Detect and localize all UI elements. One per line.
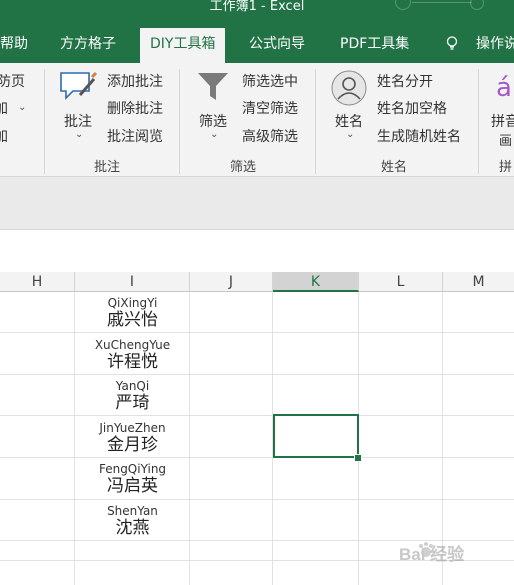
ribbon-panel: 防页 加 ⌄ 加 批注 ⌄ 添加批注 删除批注 批注阅览 批注 筛选 ⌄ 筛选选… (0, 63, 514, 177)
pinyin-text: XuChengYue (94, 338, 171, 352)
name-text: 许程悦 (107, 352, 158, 372)
pinyin-text: JinYueZhen (99, 421, 166, 435)
group-divider (179, 69, 180, 174)
filter-button[interactable]: 筛选 (199, 111, 227, 131)
delete-comment-button[interactable]: 删除批注 (107, 98, 163, 118)
watermark: Bai 经验 (395, 538, 507, 564)
filter-selected-button[interactable]: 筛选选中 (242, 71, 298, 91)
pinyin-text: YanQi (115, 379, 150, 393)
split-name-button[interactable]: 姓名分开 (377, 71, 433, 91)
group-label-name: 姓名 (381, 160, 408, 175)
column-header-l[interactable]: L (359, 272, 443, 292)
ribbon-partial-item[interactable]: 加 (0, 126, 8, 146)
lightbulb-icon[interactable] (445, 36, 459, 50)
tab-fangfang[interactable]: 方方格子 (60, 25, 116, 63)
group-label-comments: 批注 (94, 160, 121, 175)
add-comment-button[interactable]: 添加批注 (107, 71, 163, 91)
fill-handle[interactable] (354, 454, 362, 462)
pinyin-button[interactable]: 拼音 (491, 111, 514, 131)
pinyin-text: ShenYan (107, 504, 158, 518)
tab-help[interactable]: 帮助 (0, 25, 28, 63)
column-header-i[interactable]: I (75, 272, 190, 292)
name-text: 沈燕 (115, 518, 150, 538)
name-cell[interactable]: ShenYan 沈燕 (75, 504, 190, 538)
toolbar-area (0, 177, 514, 229)
name-text: 戚兴怡 (107, 310, 158, 330)
name-cell[interactable]: YanQi 严琦 (75, 379, 190, 413)
pinyin-icon: á (496, 73, 512, 103)
group-divider (315, 69, 316, 174)
name-add-space-button[interactable]: 姓名加空格 (377, 98, 447, 118)
grid-row-line (0, 332, 514, 333)
person-icon (331, 70, 367, 106)
column-header-h[interactable]: H (0, 272, 75, 292)
group-divider (44, 69, 45, 174)
clear-filter-button[interactable]: 清空筛选 (242, 98, 298, 118)
name-text: 严琦 (115, 393, 150, 413)
filter-icon (198, 73, 228, 100)
pinyin-button-line2: 画 (499, 134, 513, 149)
comment-icon (60, 71, 98, 100)
chevron-down-icon: ⌄ (210, 129, 219, 140)
chevron-down-icon: ⌄ (75, 129, 84, 140)
pinyin-text: FengQiYing (98, 462, 167, 476)
column-header-j[interactable]: J (190, 272, 273, 292)
group-label-pinyin: 拼 (499, 160, 513, 175)
random-name-button[interactable]: 生成随机姓名 (377, 126, 461, 146)
active-cell-selection[interactable] (273, 414, 359, 458)
chevron-down-icon: ⌄ (18, 102, 27, 113)
grid-row-line (0, 415, 514, 416)
grid-row-line (0, 457, 514, 458)
watermark-text: Bai 经验 (399, 545, 465, 564)
comment-button[interactable]: 批注 (64, 111, 92, 131)
view-comments-button[interactable]: 批注阅览 (107, 126, 163, 146)
sheet-top-spacer (0, 260, 514, 272)
name-cell[interactable]: JinYueZhen 金月珍 (75, 421, 190, 455)
ribbon-tab-row: 帮助 方方格子 DIY工具箱 公式向导 PDF工具集 操作说 (0, 25, 514, 63)
tab-tell-me[interactable]: 操作说 (476, 25, 514, 63)
grid-row-line (0, 374, 514, 375)
name-cell[interactable]: QiXingYi 戚兴怡 (75, 296, 190, 330)
tab-diy-toolbox[interactable]: DIY工具箱 (140, 28, 226, 63)
ribbon-partial-item[interactable]: 加 (0, 98, 8, 118)
ribbon-partial-item[interactable]: 防页 (0, 71, 25, 91)
name-text: 金月珍 (107, 435, 158, 455)
title-bar: 工作簿1 - Excel (0, 0, 514, 25)
column-header-k[interactable]: K (273, 272, 359, 292)
window-title: 工作簿1 - Excel (209, 0, 305, 14)
tab-formula-wizard[interactable]: 公式向导 (249, 25, 305, 63)
name-button[interactable]: 姓名 (335, 111, 363, 131)
group-divider (478, 69, 479, 174)
grid-row-line (0, 499, 514, 500)
name-text: 冯启英 (107, 476, 158, 496)
name-cell[interactable]: FengQiYing 冯启英 (75, 462, 190, 496)
chevron-down-icon: ⌄ (346, 129, 355, 140)
pinyin-text: QiXingYi (107, 296, 158, 310)
group-label-filter: 筛选 (230, 160, 257, 175)
column-header-m[interactable]: M (443, 272, 514, 292)
advanced-filter-button[interactable]: 高级筛选 (242, 126, 298, 146)
formula-bar[interactable] (0, 229, 514, 261)
tab-pdf-tools[interactable]: PDF工具集 (340, 25, 409, 63)
name-cell[interactable]: XuChengYue 许程悦 (75, 338, 190, 372)
